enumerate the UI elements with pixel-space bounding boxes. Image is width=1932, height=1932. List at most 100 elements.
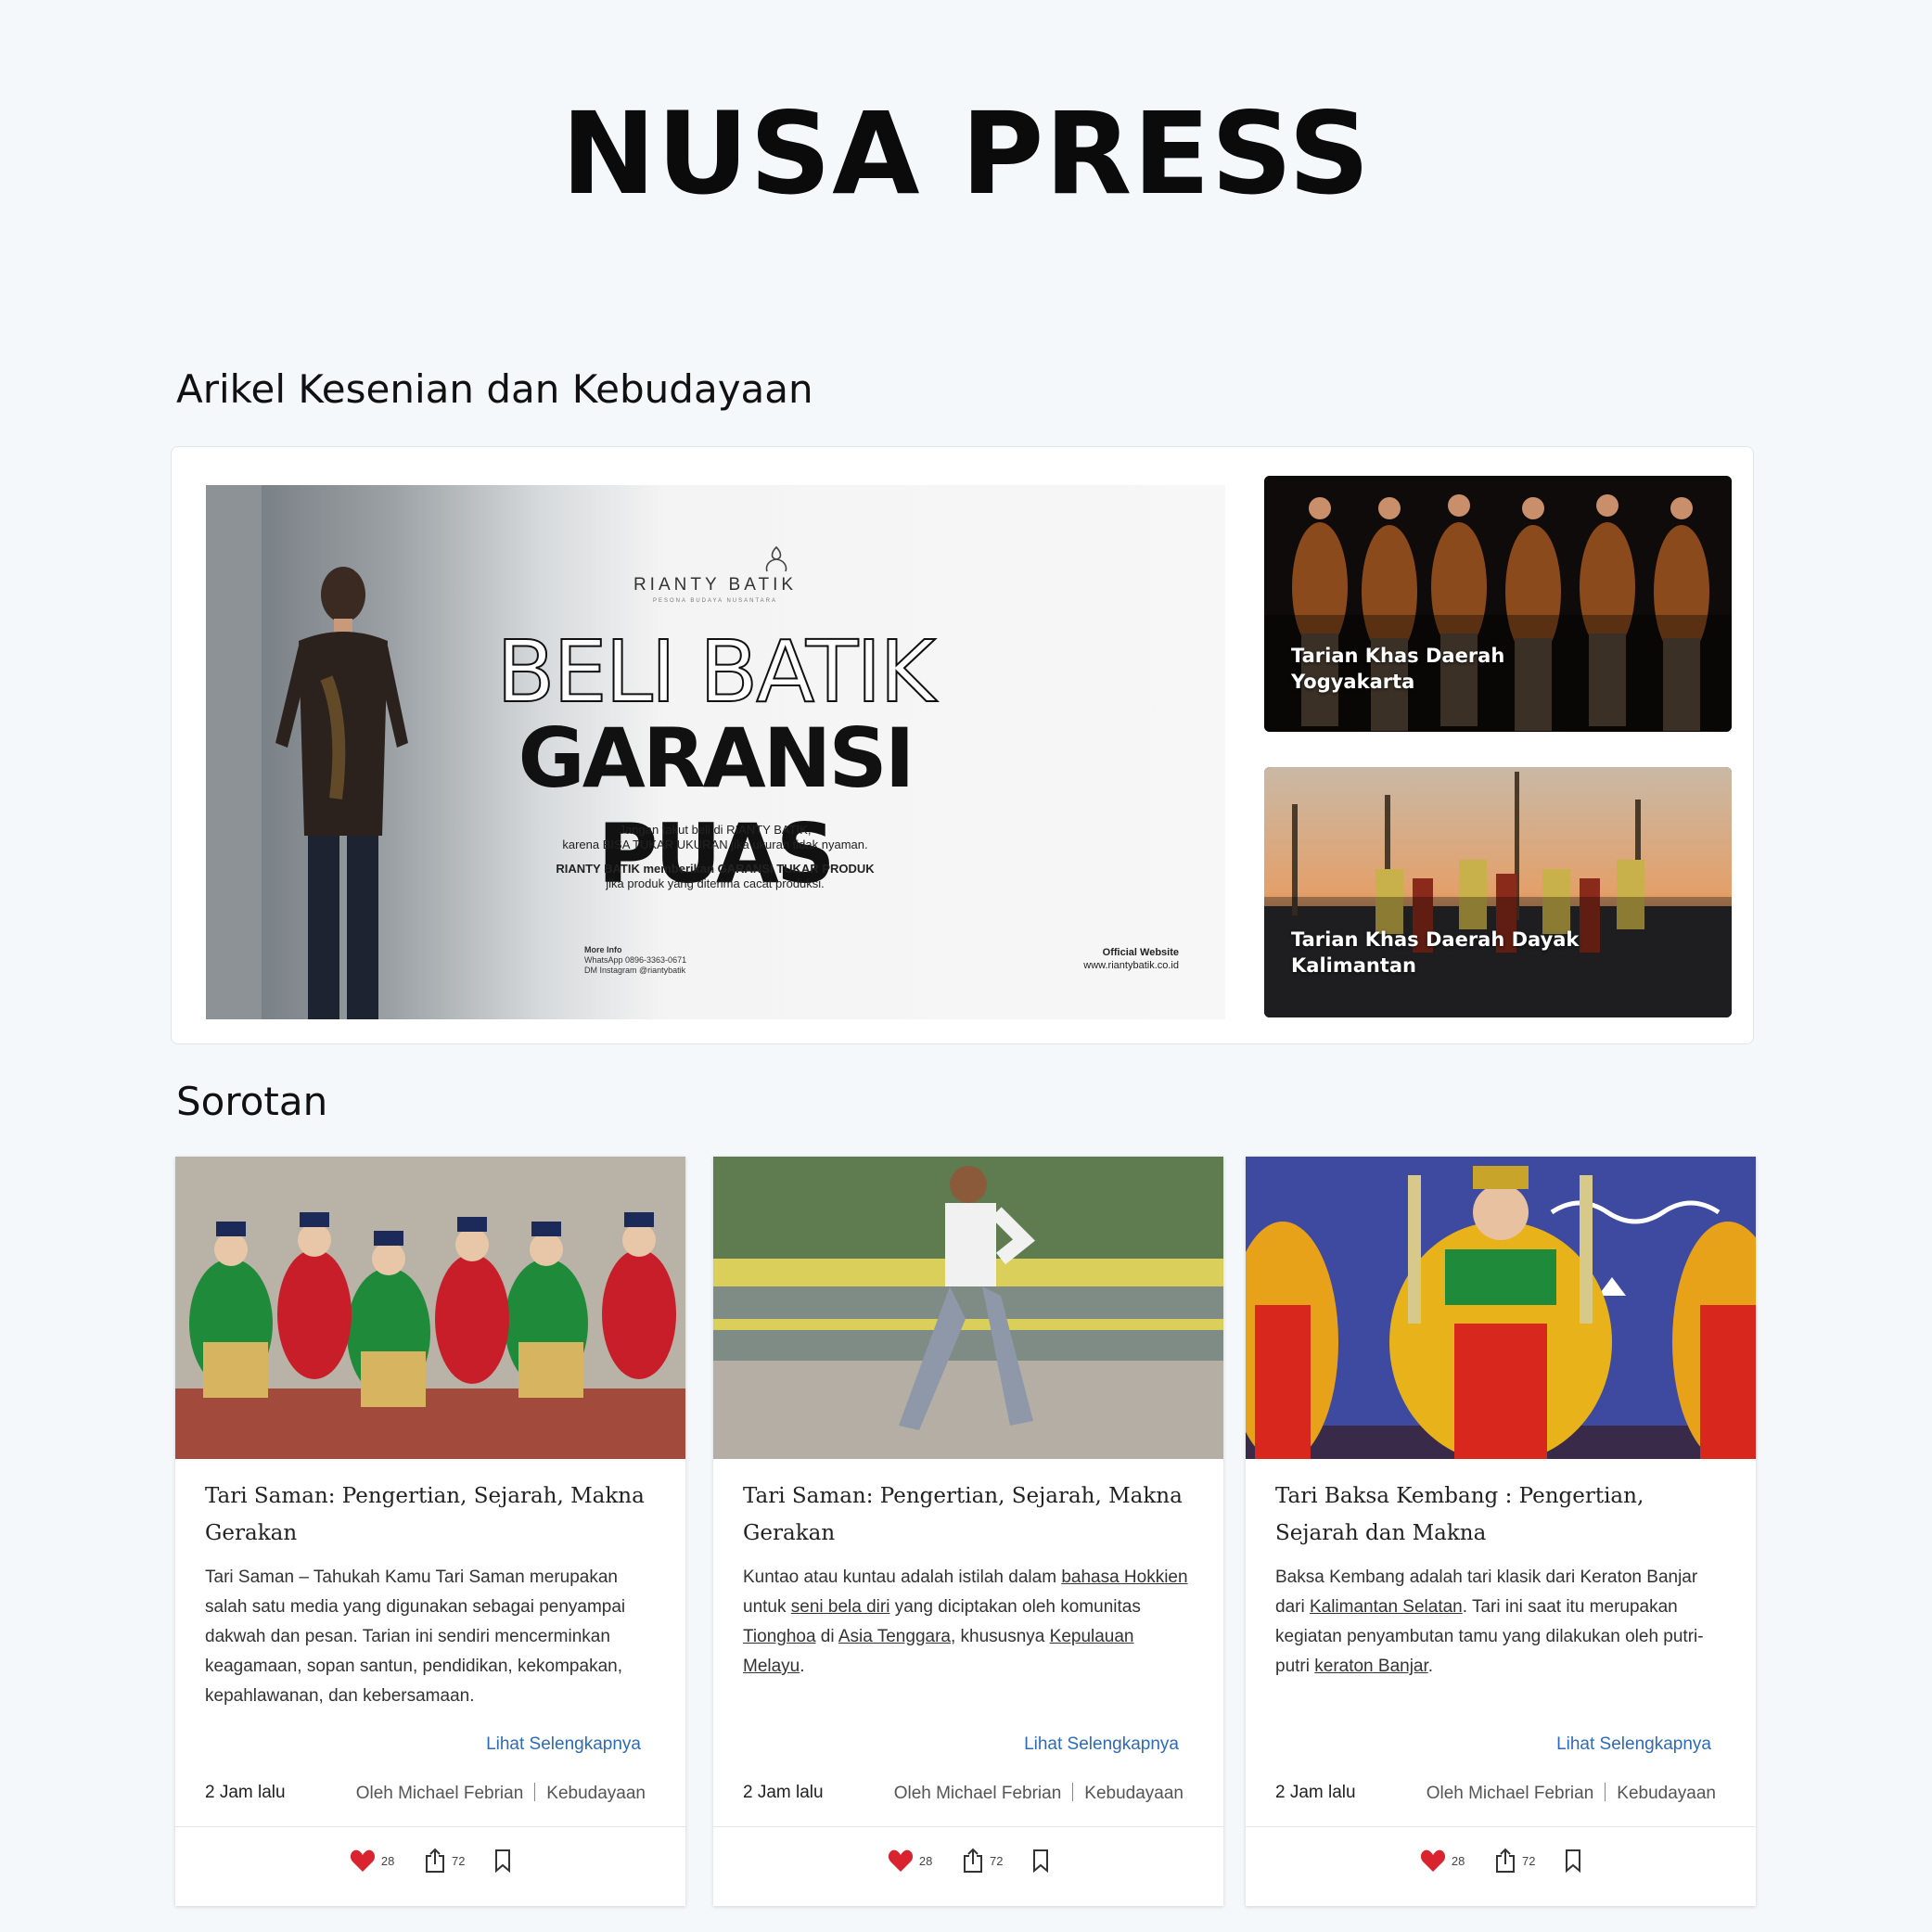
- like-count: 28: [918, 1853, 933, 1868]
- article-card[interactable]: Tari Saman: Pengertian, Sejarah, Makna G…: [713, 1157, 1223, 1906]
- promo-line-1: Jangan takut beli di RIANTY BATIK,: [619, 823, 812, 837]
- like-button[interactable]: 28: [1420, 1849, 1465, 1873]
- tari-saman-photo: [175, 1157, 685, 1459]
- excerpt-link-bahasa-hokkien[interactable]: bahasa Hokkien: [1061, 1567, 1187, 1587]
- excerpt-link-kalimantan-selatan[interactable]: Kalimantan Selatan: [1310, 1597, 1463, 1617]
- caption-line-2: Yogyakarta: [1291, 671, 1415, 693]
- article-title[interactable]: Tari Saman: Pengertian, Sejarah, Makna G…: [743, 1478, 1197, 1552]
- share-count: 72: [990, 1853, 1004, 1868]
- instagram-text: DM Instagram @riantybatik: [584, 966, 686, 975]
- like-button[interactable]: 28: [888, 1849, 932, 1873]
- excerpt-text: .: [800, 1657, 805, 1676]
- share-button[interactable]: 72: [962, 1848, 1003, 1874]
- excerpt-text: .: [1427, 1657, 1434, 1676]
- banner-contact-info: More Info WhatsApp 0896-3363-0671 DM Ins…: [584, 945, 686, 976]
- side-article-caption: Tarian Khas Daerah Yogyakarta: [1291, 643, 1504, 695]
- section-heading-featured: Arikel Kesenian dan Kebudayaan: [176, 366, 813, 412]
- bookmark-icon: [1566, 1849, 1581, 1874]
- side-article-dayak[interactable]: Tarian Khas Daerah Dayak Kalimantan: [1264, 767, 1732, 1017]
- article-category[interactable]: Kebudayaan: [546, 1784, 646, 1803]
- share-button[interactable]: 72: [1494, 1848, 1535, 1874]
- article-title[interactable]: Tari Baksa Kembang : Pengertian, Sejarah…: [1275, 1478, 1730, 1552]
- article-author[interactable]: Oleh Michael Febrian: [894, 1784, 1062, 1803]
- banner-model-photo: [275, 567, 408, 1019]
- caption-line-2: Kalimantan: [1291, 954, 1417, 977]
- card-actions: 28 72: [1246, 1848, 1756, 1885]
- article-author[interactable]: Oleh Michael Febrian: [1427, 1784, 1594, 1803]
- kuntao-photo: [713, 1157, 1223, 1459]
- excerpt-text: di: [815, 1627, 838, 1646]
- bookmark-button[interactable]: [1565, 1849, 1581, 1874]
- card-actions: 28 72: [713, 1848, 1223, 1885]
- promo-line-2: karena BISA TUKAR UKURAN jika ukuran tid…: [562, 838, 868, 851]
- card-actions: 28 72: [175, 1848, 685, 1885]
- like-button[interactable]: 28: [350, 1849, 394, 1873]
- article-excerpt: Kuntao atau kuntau adalah istilah dalam …: [743, 1563, 1197, 1682]
- caption-line-1: Tarian Khas Daerah: [1291, 645, 1505, 667]
- read-more-link[interactable]: Lihat Selengkapnya: [1024, 1734, 1179, 1755]
- banner-brand-name: RIANTY BATIK: [633, 575, 798, 595]
- dayak-dance-photo: [1264, 767, 1732, 1017]
- excerpt-link-asia-tenggara[interactable]: Asia Tenggara: [838, 1627, 951, 1646]
- heart-icon: [350, 1849, 375, 1872]
- excerpt-link-seni-bela-diri[interactable]: seni bela diri: [791, 1597, 890, 1617]
- meta-divider: [1605, 1783, 1606, 1801]
- article-excerpt: Baksa Kembang adalah tari klasik dari Ke…: [1275, 1563, 1730, 1682]
- like-count: 28: [1451, 1853, 1465, 1868]
- article-category[interactable]: Kebudayaan: [1084, 1784, 1184, 1803]
- read-more-link[interactable]: Lihat Selengkapnya: [1556, 1734, 1711, 1755]
- excerpt-link-tionghoa[interactable]: Tionghoa: [743, 1627, 816, 1646]
- site-title[interactable]: NUSA PRESS: [0, 88, 1932, 220]
- section-heading-highlight: Sorotan: [176, 1079, 328, 1124]
- share-icon: [1496, 1848, 1515, 1873]
- article-author[interactable]: Oleh Michael Febrian: [356, 1784, 524, 1803]
- article-title[interactable]: Tari Saman: Pengertian, Sejarah, Makna G…: [205, 1478, 659, 1552]
- bookmark-icon: [1033, 1849, 1049, 1874]
- article-card[interactable]: Tari Baksa Kembang : Pengertian, Sejarah…: [1246, 1157, 1756, 1906]
- card-divider: [175, 1826, 685, 1827]
- heart-icon: [888, 1849, 913, 1872]
- bookmark-icon: [495, 1849, 511, 1874]
- excerpt-link-keraton-banjar[interactable]: keraton Banjar: [1314, 1657, 1428, 1676]
- share-icon: [964, 1848, 982, 1873]
- article-category[interactable]: Kebudayaan: [1617, 1784, 1716, 1803]
- article-time: 2 Jam lalu: [1275, 1783, 1356, 1802]
- banner-website-info: Official Website www.riantybatik.co.id: [1083, 946, 1179, 972]
- share-count: 72: [452, 1853, 466, 1868]
- article-time: 2 Jam lalu: [743, 1783, 824, 1802]
- like-count: 28: [380, 1853, 395, 1868]
- share-count: 72: [1522, 1853, 1536, 1868]
- baksa-kembang-photo: [1246, 1157, 1756, 1459]
- read-more-link[interactable]: Lihat Selengkapnya: [486, 1734, 641, 1755]
- meta-divider: [1072, 1783, 1074, 1801]
- card-divider: [713, 1826, 1223, 1827]
- article-meta: Oleh Michael Febrian Kebudayaan: [356, 1783, 646, 1804]
- side-article-yogyakarta[interactable]: Tarian Khas Daerah Yogyakarta: [1264, 476, 1732, 732]
- ad-banner[interactable]: RIANTY BATIK PESONA BUDAYA NUSANTARA BEL…: [206, 485, 1225, 1019]
- excerpt-text: , khususnya: [950, 1627, 1050, 1646]
- featured-panel: RIANTY BATIK PESONA BUDAYA NUSANTARA BEL…: [171, 446, 1754, 1044]
- caption-line-1: Tarian Khas Daerah Dayak: [1291, 928, 1580, 951]
- excerpt-text: Kuntao atau kuntau adalah istilah dalam: [743, 1567, 1062, 1587]
- share-button[interactable]: 72: [424, 1848, 465, 1874]
- banner-photo-wall: [206, 485, 262, 1019]
- rianty-batik-logo: [765, 545, 787, 572]
- more-info-label: More Info: [584, 945, 622, 954]
- website-url: www.riantybatik.co.id: [1083, 960, 1179, 971]
- meta-divider: [534, 1783, 536, 1801]
- side-article-caption: Tarian Khas Daerah Dayak Kalimantan: [1291, 927, 1579, 979]
- share-icon: [426, 1848, 444, 1873]
- article-time: 2 Jam lalu: [205, 1783, 286, 1802]
- bookmark-button[interactable]: [1032, 1849, 1049, 1874]
- promo-line-3: RIANTY BATIK memberikan GARANSI TUKAR PR…: [556, 862, 875, 876]
- excerpt-text: yang diciptakan oleh komunitas: [889, 1597, 1141, 1617]
- banner-brand-tagline: PESONA BUDAYA NUSANTARA: [652, 598, 778, 604]
- bookmark-button[interactable]: [494, 1849, 511, 1874]
- whatsapp-text: WhatsApp 0896-3363-0671: [584, 955, 687, 965]
- excerpt-text: untuk: [743, 1597, 791, 1617]
- article-meta: Oleh Michael Febrian Kebudayaan: [894, 1783, 1184, 1804]
- card-divider: [1246, 1826, 1756, 1827]
- article-card[interactable]: Tari Saman: Pengertian, Sejarah, Makna G…: [175, 1157, 685, 1906]
- banner-headline-outline: BELI BATIK: [495, 621, 936, 723]
- official-website-label: Official Website: [1102, 947, 1179, 958]
